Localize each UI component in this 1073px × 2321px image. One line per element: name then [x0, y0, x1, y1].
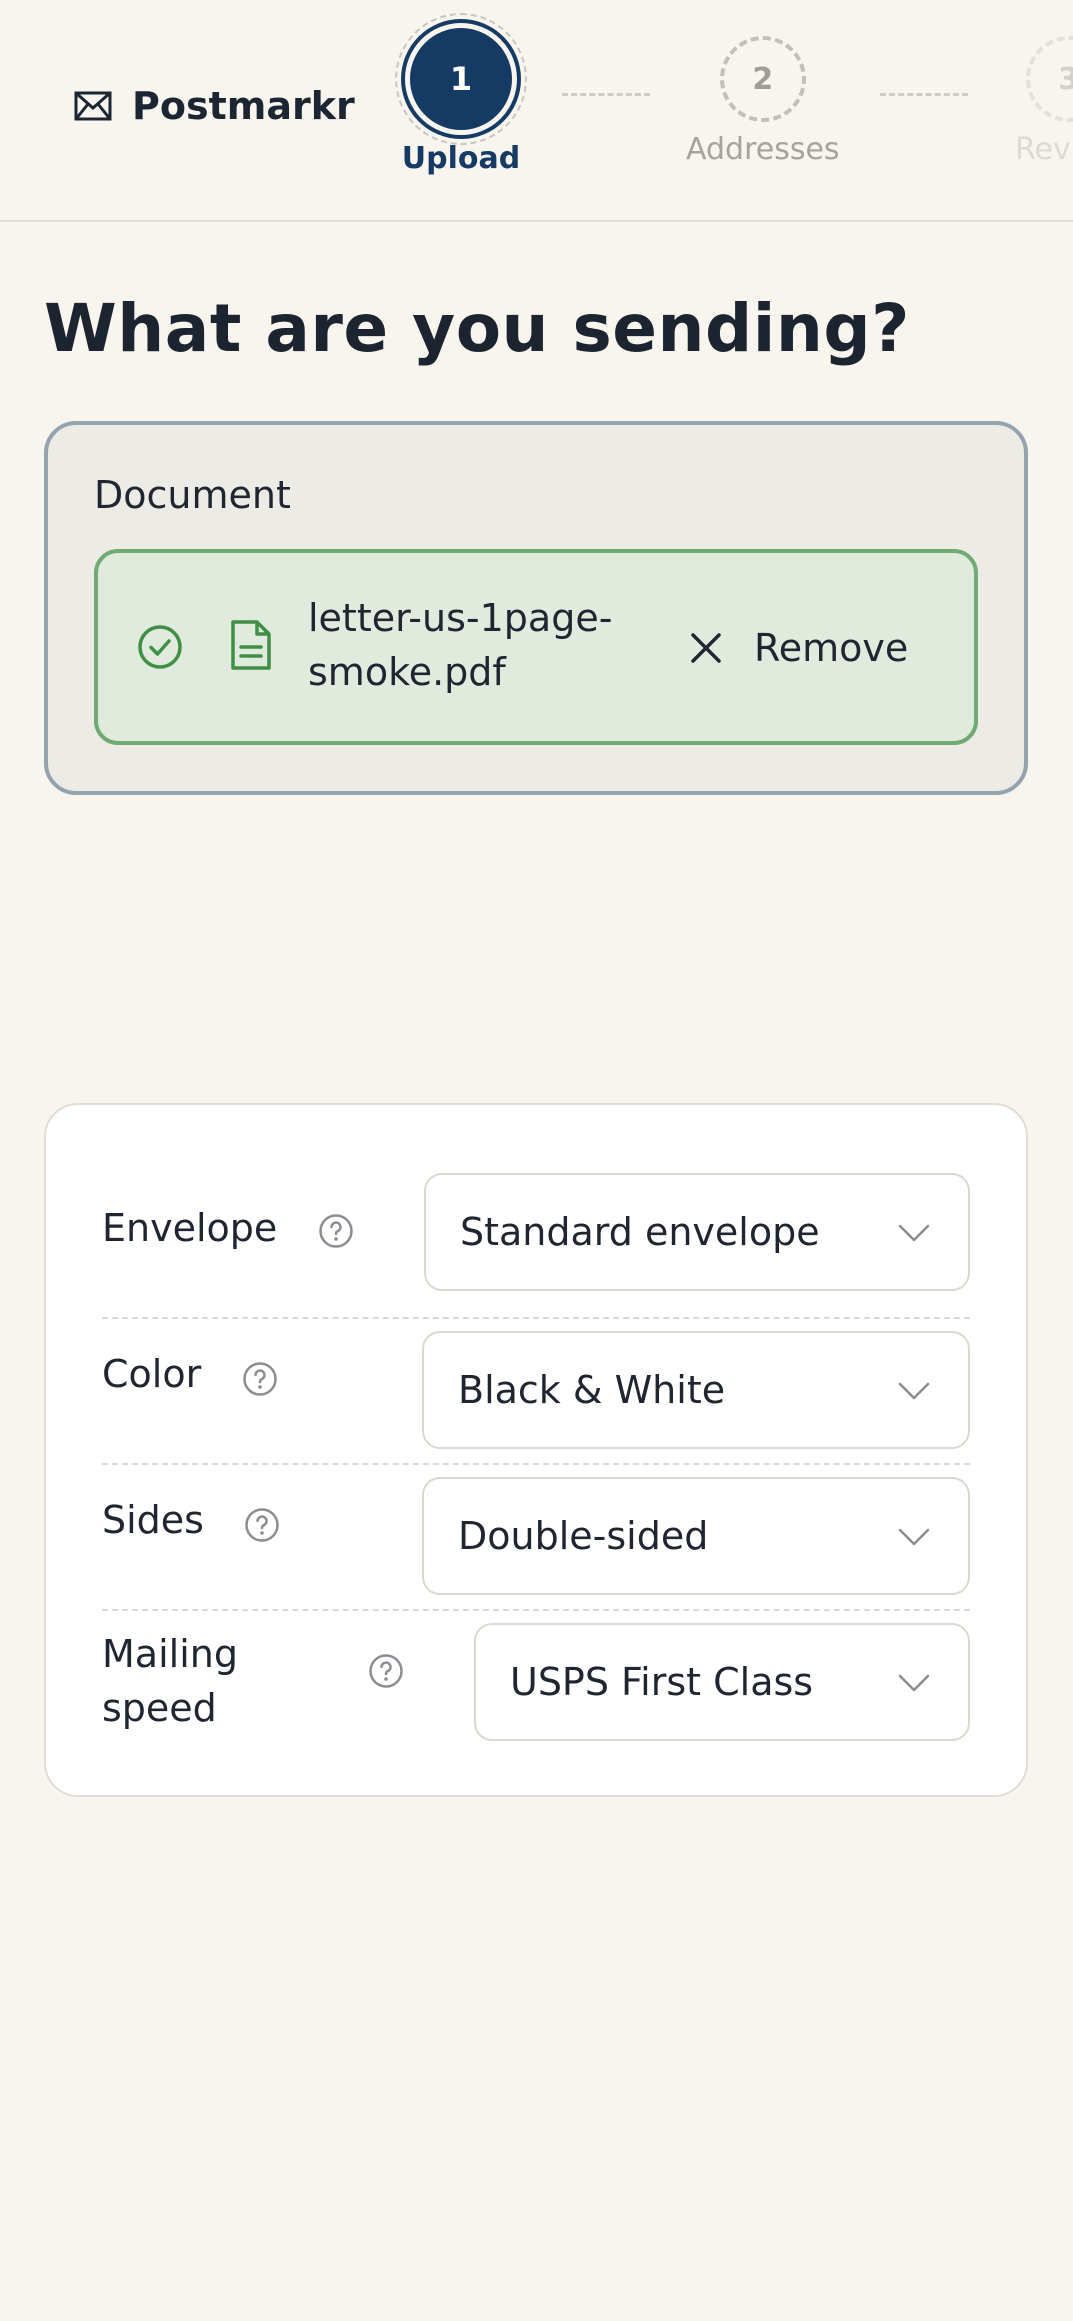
document-upload-card: Document letter-us-1page-smoke.pdf Remov… [44, 421, 1028, 795]
chevron-down-icon [898, 1224, 930, 1242]
option-row-sides: Sides Double-sided [102, 1465, 970, 1611]
brand-name: Postmarkr [132, 84, 355, 128]
step-number: 3 [1025, 36, 1073, 122]
option-label: Color [102, 1352, 202, 1396]
step-ring: 1 [395, 13, 527, 145]
step-review[interactable]: 3 Review [1015, 36, 1073, 167]
file-name: letter-us-1page-smoke.pdf [308, 596, 613, 694]
option-row-color: Color Black & White [102, 1319, 970, 1465]
mailing-speed-select[interactable]: USPS First Class [474, 1623, 970, 1741]
chevron-down-icon [898, 1528, 930, 1546]
select-value: USPS First Class [510, 1660, 814, 1704]
uploaded-file: letter-us-1page-smoke.pdf Remove [94, 549, 978, 745]
help-icon[interactable] [244, 1507, 280, 1543]
document-label: Document [94, 473, 291, 517]
remove-label: Remove [754, 626, 909, 670]
option-label: Mailing speed [102, 1632, 238, 1730]
option-label: Envelope [102, 1206, 278, 1250]
envelope-icon [74, 91, 112, 121]
step-number: 1 [405, 23, 517, 135]
remove-file-button[interactable]: Remove [688, 613, 908, 683]
envelope-select[interactable]: Standard envelope [424, 1173, 970, 1291]
help-icon[interactable] [242, 1361, 278, 1397]
step-number: 2 [719, 36, 806, 122]
step-label: Upload [401, 141, 521, 176]
brand-logo[interactable]: Postmarkr [74, 84, 355, 128]
page-title: What are you sending? [44, 290, 910, 367]
option-row-mailing-speed: Mailing speed USPS First Class [102, 1611, 970, 1751]
check-circle-icon [138, 625, 182, 669]
option-row-envelope: Envelope Standard envelope [102, 1173, 970, 1319]
file-icon [231, 620, 271, 670]
top-bar: Postmarkr 1 Upload 2 Addresses 3 Review [0, 0, 1073, 222]
mail-options-card: Envelope Standard envelope Color Black &… [44, 1103, 1028, 1797]
step-upload[interactable]: 1 Upload [395, 13, 527, 176]
step-connector [562, 93, 650, 96]
close-icon [691, 633, 721, 663]
chevron-down-icon [898, 1674, 930, 1692]
sides-select[interactable]: Double-sided [422, 1477, 970, 1595]
select-value: Double-sided [458, 1514, 709, 1558]
select-value: Black & White [458, 1368, 726, 1412]
step-label: Review [1015, 132, 1073, 167]
help-icon[interactable] [368, 1653, 404, 1689]
help-icon[interactable] [318, 1213, 354, 1249]
color-select[interactable]: Black & White [422, 1331, 970, 1449]
chevron-down-icon [898, 1382, 930, 1400]
step-connector [880, 93, 968, 96]
select-value: Standard envelope [460, 1210, 820, 1254]
option-label: Sides [102, 1498, 204, 1542]
step-label: Addresses [686, 132, 840, 167]
step-addresses[interactable]: 2 Addresses [686, 36, 840, 167]
